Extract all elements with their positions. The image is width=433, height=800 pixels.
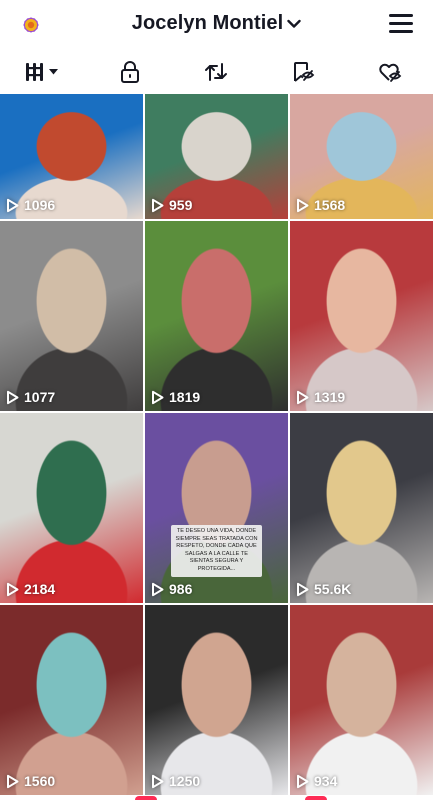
thumbnail-image [290,605,433,795]
view-count-value: 55.6K [314,581,352,597]
view-count-value: 986 [169,581,193,597]
heart-hidden-icon [378,61,402,83]
video-thumbnail[interactable]: 55.6K [290,413,433,603]
tab-liked[interactable] [346,52,433,92]
video-thumbnail[interactable]: 1077 [0,221,143,411]
profile-header: Jocelyn Montiel [0,0,433,50]
play-icon [152,582,164,596]
view-count-value: 1319 [314,389,346,405]
thumbnail-image [290,413,433,603]
view-count: 55.6K [296,581,351,597]
view-count: 986 [151,581,192,597]
play-icon [7,774,19,788]
view-count-value: 1096 [24,197,56,213]
video-thumbnail[interactable]: 1568 [290,94,433,219]
hamburger-menu-icon[interactable] [389,14,413,34]
view-count: 1096 [6,197,55,213]
view-count-value: 1568 [314,197,346,213]
view-count-value: 1250 [169,773,201,789]
play-icon [7,198,19,212]
view-count: 1250 [151,773,200,789]
play-icon [7,390,19,404]
chevron-down-icon[interactable] [287,16,301,34]
tab-videos[interactable] [0,52,87,92]
play-icon [297,390,309,404]
thumbnail-image [0,605,143,795]
video-thumbnail[interactable]: 959 [145,94,288,219]
view-count-value: 959 [169,197,193,213]
view-count: 1560 [6,773,55,789]
video-thumbnail[interactable]: 1250 [145,605,288,795]
thumbnail-image [145,221,288,411]
view-count-value: 1560 [24,773,56,789]
thumbnail-image [145,605,288,795]
account-switcher[interactable]: Jocelyn Montiel [0,12,433,35]
play-icon [297,774,309,788]
play-icon [152,774,164,788]
video-thumbnail[interactable]: TE DESEO UNA VIDA, DONDE SIEMPRE SEAS TR… [145,413,288,603]
view-count: 2184 [6,581,55,597]
video-caption-overlay: TE DESEO UNA VIDA, DONDE SIEMPRE SEAS TR… [171,525,262,577]
repost-icon [204,61,228,83]
view-count: 959 [151,197,192,213]
bookmark-hidden-icon [291,61,315,83]
video-thumbnail[interactable]: 934 [290,605,433,795]
tab-reposts[interactable] [173,52,260,92]
view-count: 1077 [6,389,55,405]
view-count: 1819 [151,389,200,405]
view-count: 1568 [296,197,345,213]
play-icon [297,198,309,212]
view-count-value: 934 [314,773,338,789]
bottom-badge-left [135,796,157,800]
video-thumbnail[interactable]: 1319 [290,221,433,411]
play-icon [152,390,164,404]
play-icon [297,582,309,596]
thumbnail-image [290,221,433,411]
video-thumbnail[interactable]: 1819 [145,221,288,411]
view-count-value: 1819 [169,389,201,405]
tab-favorites[interactable] [260,52,347,92]
video-thumbnail[interactable]: 2184 [0,413,143,603]
video-thumbnail[interactable]: 1096 [0,94,143,219]
grid-videos-icon [24,62,62,82]
view-count-value: 2184 [24,581,56,597]
lock-icon [120,61,140,83]
thumbnail-image [0,221,143,411]
tab-private[interactable] [87,52,174,92]
view-count-value: 1077 [24,389,56,405]
play-icon [7,582,19,596]
view-count: 934 [296,773,337,789]
bottom-badge-right [305,796,327,800]
profile-username[interactable]: Jocelyn Montiel [132,12,284,34]
view-count: 1319 [296,389,345,405]
thumbnail-image [0,413,143,603]
profile-tabs [0,52,433,92]
video-thumbnail[interactable]: 1560 [0,605,143,795]
play-icon [152,198,164,212]
